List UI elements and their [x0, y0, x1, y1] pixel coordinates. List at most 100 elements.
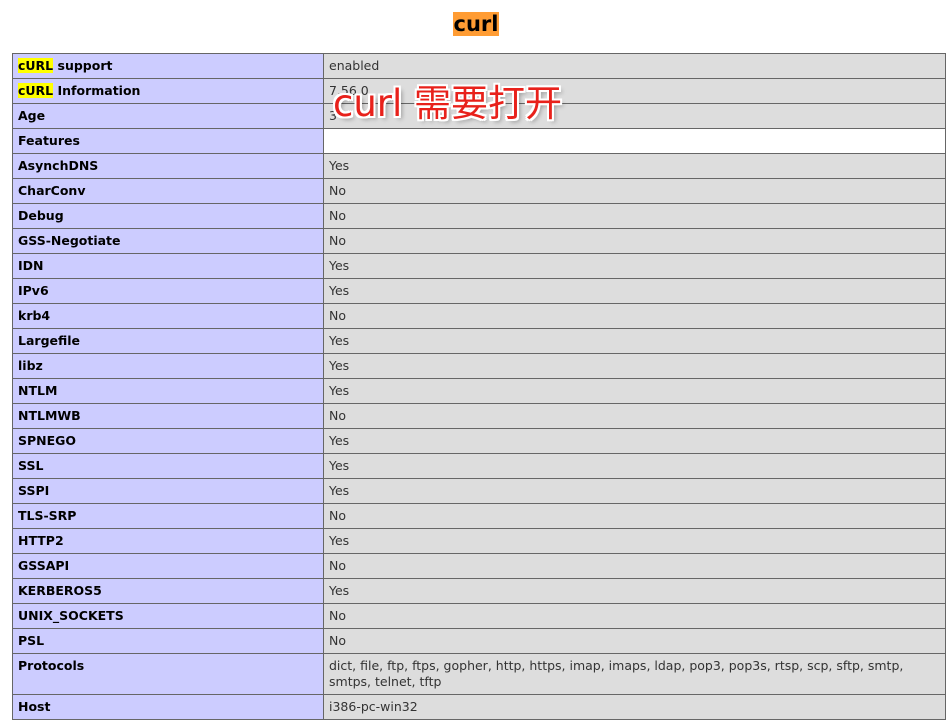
table-row: SSPI Yes [12, 478, 946, 504]
row-key-label: NTLMWB [18, 408, 81, 423]
row-key: GSS-Negotiate [12, 228, 324, 254]
row-value: Yes [323, 478, 946, 504]
row-value: Yes [323, 428, 946, 454]
row-key-label: AsynchDNS [18, 158, 99, 173]
table-row: krb4 No [12, 303, 946, 329]
search-highlight: cURL [18, 83, 54, 98]
row-key-label: Host [18, 699, 51, 714]
row-key-label: Age [18, 108, 46, 123]
row-key: AsynchDNS [12, 153, 324, 179]
row-key-label: IPv6 [18, 283, 49, 298]
table-row: libz Yes [12, 353, 946, 379]
row-key-label: Largefile [18, 333, 81, 348]
row-key: KERBEROS5 [12, 578, 324, 604]
row-value: enabled [323, 53, 946, 79]
row-key-label: libz [18, 358, 43, 373]
overlay-annotation: curl 需要打开 [333, 82, 563, 125]
table-row: NTLM Yes [12, 378, 946, 404]
row-key-label: KERBEROS5 [18, 583, 102, 598]
row-key: cURL Information [12, 78, 324, 104]
row-value: Yes [323, 253, 946, 279]
row-key-label: Protocols [18, 658, 85, 673]
row-value: No [323, 203, 946, 229]
row-value: No [323, 178, 946, 204]
row-key-label: SSL [18, 458, 44, 473]
table-row: KERBEROS5 Yes [12, 578, 946, 604]
table-row: CharConv No [12, 178, 946, 204]
row-key: Host [12, 694, 324, 720]
table-row: Largefile Yes [12, 328, 946, 354]
row-key: Largefile [12, 328, 324, 354]
row-key-label: GSS-Negotiate [18, 233, 121, 248]
row-key-label: UNIX_SOCKETS [18, 608, 124, 623]
row-key: Features [12, 128, 324, 154]
table-row: IDN Yes [12, 253, 946, 279]
row-value: Yes [323, 353, 946, 379]
row-key: cURL support [12, 53, 324, 79]
row-key: CharConv [12, 178, 324, 204]
page-title: curl [0, 10, 952, 38]
row-key: TLS-SRP [12, 503, 324, 529]
row-key: NTLM [12, 378, 324, 404]
table-row: Features [12, 128, 946, 154]
curl-info-table: cURL support enabled cURL Information 7.56.… [12, 53, 946, 720]
row-value: No [323, 553, 946, 579]
table-row: IPv6 Yes [12, 278, 946, 304]
table-row: GSSAPI No [12, 553, 946, 579]
table-row: GSS-Negotiate No [12, 228, 946, 254]
row-key-label: CharConv [18, 183, 86, 198]
row-key-label: PSL [18, 633, 45, 648]
row-value: No [323, 403, 946, 429]
row-value: dict, file, ftp, ftps, gopher, http, htt… [323, 653, 946, 695]
row-key: krb4 [12, 303, 324, 329]
row-value: Yes [323, 328, 946, 354]
row-key: NTLMWB [12, 403, 324, 429]
row-value: Yes [323, 453, 946, 479]
table-row: AsynchDNS Yes [12, 153, 946, 179]
row-value: i386-pc-win32 [323, 694, 946, 720]
page-title-text: curl [452, 12, 500, 36]
row-key: SPNEGO [12, 428, 324, 454]
row-key-label: IDN [18, 258, 44, 273]
row-value: Yes [323, 153, 946, 179]
row-key: HTTP2 [12, 528, 324, 554]
row-value [323, 128, 946, 154]
row-key: GSSAPI [12, 553, 324, 579]
row-value: No [323, 628, 946, 654]
row-value: No [323, 503, 946, 529]
table-row: NTLMWB No [12, 403, 946, 429]
row-value: Yes [323, 278, 946, 304]
row-key: IPv6 [12, 278, 324, 304]
row-key-label: SPNEGO [18, 433, 77, 448]
row-key-label: Information [53, 83, 141, 98]
row-key-label: NTLM [18, 383, 58, 398]
row-key: Age [12, 103, 324, 129]
table-row: PSL No [12, 628, 946, 654]
table-row: TLS-SRP No [12, 503, 946, 529]
row-key-label: support [53, 58, 113, 73]
row-key-label: GSSAPI [18, 558, 70, 573]
row-key: PSL [12, 628, 324, 654]
row-value: No [323, 303, 946, 329]
row-key: SSL [12, 453, 324, 479]
row-key-label: krb4 [18, 308, 51, 323]
row-key-label: Debug [18, 208, 64, 223]
table-row: SSL Yes [12, 453, 946, 479]
row-key: SSPI [12, 478, 324, 504]
table-row: Protocols dict, file, ftp, ftps, gopher, … [12, 653, 946, 695]
table-row: HTTP2 Yes [12, 528, 946, 554]
row-key-label: Features [18, 133, 80, 148]
table-row: cURL support enabled [12, 53, 946, 79]
row-value: Yes [323, 378, 946, 404]
search-highlight: cURL [18, 58, 54, 73]
row-value: Yes [323, 528, 946, 554]
row-key-label: SSPI [18, 483, 50, 498]
row-key: libz [12, 353, 324, 379]
row-key-label: TLS-SRP [18, 508, 77, 523]
row-value: No [323, 603, 946, 629]
row-key: Debug [12, 203, 324, 229]
row-key: IDN [12, 253, 324, 279]
table-row: Host i386-pc-win32 [12, 694, 946, 720]
table-row: UNIX_SOCKETS No [12, 603, 946, 629]
row-value: Yes [323, 578, 946, 604]
